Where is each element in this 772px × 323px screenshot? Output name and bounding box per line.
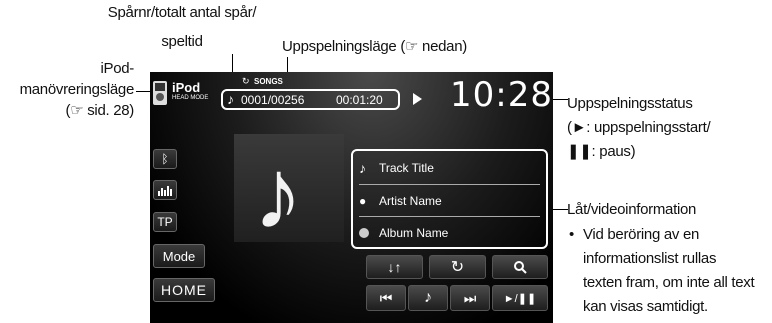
leader-track-number <box>232 54 233 74</box>
info-row-album[interactable]: Album Name <box>359 218 540 248</box>
equalizer-button[interactable] <box>153 180 177 200</box>
artist-name: Artist Name <box>379 194 442 208</box>
shuffle-button[interactable]: ↓↑ <box>366 255 423 279</box>
next-icon: ⏭ <box>463 289 477 306</box>
clock: 10:28 <box>450 75 553 115</box>
callout-song-info-line1: Vid beröring av en <box>583 226 700 243</box>
callout-song-info-line4: kan visas samtidigt. <box>583 298 708 315</box>
repeat-icon: ↻ <box>450 259 465 276</box>
shuffle-icon: ↓↑ <box>387 259 402 275</box>
info-row-artist[interactable]: ● Artist Name <box>359 186 540 216</box>
play-status-icon <box>413 93 422 105</box>
callout-play-status-line2: (►: uppspelningsstart/ <box>567 119 711 136</box>
callout-ipod-mode-line1: iPod- <box>100 60 134 77</box>
artist-icon: ● <box>359 194 367 208</box>
ipod-icon[interactable] <box>153 81 167 105</box>
home-button[interactable]: HOME <box>153 278 215 302</box>
callout-track-number: Spårnr/totalt antal spår/ speltid <box>72 2 292 52</box>
callout-song-info: Låt/videoinformation • Vid beröring av e… <box>567 199 772 317</box>
info-row-track[interactable]: ♪ Track Title <box>359 153 540 183</box>
bluetooth-icon: ᛒ <box>161 152 169 166</box>
callout-play-mode: Uppspelningsläge (☞ nedan) <box>282 38 467 55</box>
track-info-bar: ♪ 0001/00256 00:01:20 <box>221 89 400 110</box>
search-button[interactable] <box>492 255 548 279</box>
previous-icon: ⏮ <box>379 289 393 306</box>
previous-button[interactable]: ⏮ <box>366 285 406 311</box>
equalizer-icon <box>158 186 172 196</box>
next-button[interactable]: ⏭ <box>450 285 490 311</box>
play-pause-icon: ►/❚❚ <box>503 292 537 305</box>
track-title: Track Title <box>379 161 434 175</box>
bluetooth-button[interactable]: ᛒ <box>153 149 177 169</box>
track-title-icon: ♪ <box>359 160 366 176</box>
callout-track-number-line2: speltid <box>161 33 203 50</box>
callout-play-status-line1: Uppspelningsstatus <box>567 95 693 112</box>
source-submode: HEAD MODE <box>172 95 209 101</box>
callout-song-info-title: Låt/videoinformation <box>567 201 697 218</box>
play-time: 00:01:20 <box>336 93 383 107</box>
tp-button[interactable]: TP <box>153 212 177 232</box>
album-name: Album Name <box>379 226 449 240</box>
callout-song-info-line2: informationslist rullas <box>583 250 717 267</box>
callout-bullet: • <box>569 226 574 243</box>
callout-song-info-line3: texten fram, om inte all text <box>583 274 755 291</box>
callout-play-status: Uppspelningsstatus (►: uppspelningsstart… <box>567 93 772 162</box>
callout-track-number-line1: Spårnr/totalt antal spår/ <box>107 4 257 21</box>
callout-play-status-line3: ❚❚: paus) <box>567 143 636 160</box>
search-icon <box>514 261 527 274</box>
track-counter: 0001/00256 <box>241 93 305 107</box>
head-unit-screen: iPod HEAD MODE ↻ SONGS ♪ 0001/00256 00:0… <box>150 72 553 323</box>
repeat-button[interactable]: ↻ <box>429 255 486 279</box>
play-pause-button[interactable]: ►/❚❚ <box>492 285 548 311</box>
note-button-icon: ♪ <box>424 289 432 306</box>
source-name: iPod <box>172 80 201 95</box>
callout-ipod-mode: iPod- manövreringsläge (☞ sid. 28) <box>0 58 135 121</box>
artwork-note-icon: ♪ <box>253 138 303 250</box>
repeat-mode-icon: ↻ <box>242 76 250 86</box>
note-icon: ♪ <box>227 91 234 107</box>
repeat-mode: SONGS <box>254 77 283 86</box>
album-icon <box>359 228 369 238</box>
song-info-list: ♪ Track Title ● Artist Name Album Name <box>351 149 548 249</box>
callout-ipod-mode-line2: manövreringsläge <box>19 81 135 98</box>
category-button[interactable]: ♪ <box>408 285 448 311</box>
callout-ipod-mode-line3: (☞ sid. 28) <box>65 102 135 119</box>
mode-button[interactable]: Mode <box>153 244 205 268</box>
